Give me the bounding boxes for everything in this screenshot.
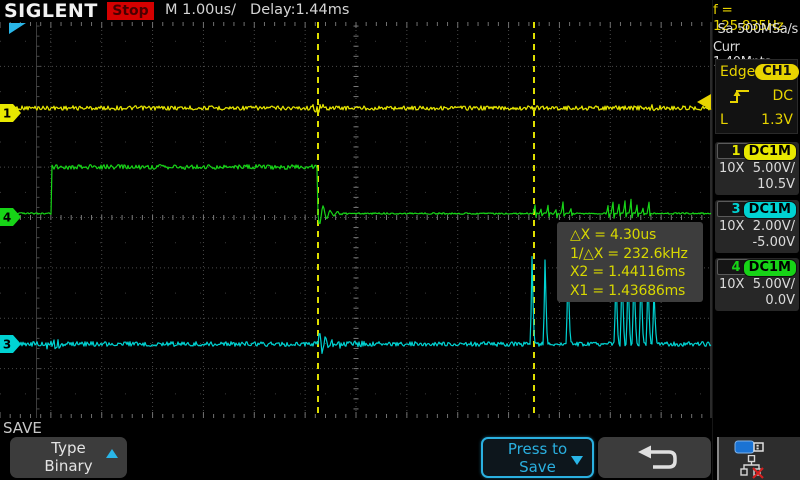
top-status-bar: SIGLENT Stop M 1.00us/Delay:1.44ms — [0, 0, 712, 22]
sample-rate-readout: Sa 500MSa/s — [718, 22, 798, 37]
timebase-readout: M 1.00us/Delay:1.44ms — [165, 2, 363, 18]
type-button-value: Binary — [10, 457, 127, 475]
trigger-level-label: L — [720, 112, 728, 128]
channel-1-offset: 10.5V — [757, 177, 795, 192]
cursor-delta-x: △X = 4.30us — [570, 226, 703, 245]
channel-1-scale: 5.00V/ — [753, 161, 795, 176]
channel-3-coupling-badge: DC1M — [743, 201, 797, 219]
trigger-source-badge: CH1 — [755, 64, 798, 80]
trigger-info-panel[interactable]: Edge CH1 DC L 1.3V — [715, 59, 798, 134]
status-icons-panel — [717, 437, 800, 480]
menu-title: SAVE — [3, 419, 42, 437]
siglent-logo: SIGLENT — [4, 0, 98, 22]
type-binary-button[interactable]: Type Binary — [10, 437, 127, 478]
channel-4-scale: 5.00V/ — [753, 277, 795, 292]
ch1-offset-marker-label: 1 — [3, 107, 11, 121]
ch4-offset-marker-label: 4 — [3, 211, 11, 225]
channel-4-offset: 0.0V — [765, 293, 795, 308]
menu-down-arrow-icon — [571, 456, 583, 465]
lan-disconnected-icon — [740, 455, 772, 479]
timebase-value: M 1.00us/ — [165, 2, 236, 18]
channel-1-info-box[interactable]: 1 DC1M 10X 5.00V/ 10.5V — [715, 142, 799, 195]
trigger-delay-marker[interactable] — [9, 23, 26, 34]
trigger-coupling-value: DC — [772, 88, 793, 104]
trigger-level-value: 1.3V — [761, 112, 793, 128]
channel-1-probe: 10X — [719, 161, 744, 176]
cursor-x2: X2 = 1.44116ms — [570, 263, 703, 282]
channel-3-info-box[interactable]: 3 DC1M 10X 2.00V/ -5.00V — [715, 200, 799, 253]
cursor-x1: X1 = 1.43686ms — [570, 282, 703, 301]
cursor-readout-panel: △X = 4.30us 1/△X = 232.6kHz X2 = 1.44116… — [557, 222, 703, 302]
ch3-offset-marker-label: 3 — [3, 338, 11, 352]
cursor-inverse-delta-x: 1/△X = 232.6kHz — [570, 245, 703, 264]
usb-icon — [734, 439, 766, 455]
trigger-type-label: Edge — [720, 64, 755, 80]
run-state-badge: Stop — [107, 2, 154, 20]
channel-3-offset: -5.00V — [752, 235, 795, 250]
menu-return-button[interactable] — [598, 437, 711, 478]
channel-4-info-box[interactable]: 4 DC1M 10X 5.00V/ 0.0V — [715, 258, 799, 311]
channel-4-coupling-badge: DC1M — [743, 259, 797, 277]
delay-value: Delay:1.44ms — [250, 2, 349, 18]
channel-3-probe: 10X — [719, 219, 744, 234]
press-to-save-button[interactable]: Press to Save — [481, 437, 594, 478]
channel-3-scale: 2.00V/ — [753, 219, 795, 234]
right-sidebar: f = 125.835Hz Sa 500MSa/s Curr 1.40Mpts … — [712, 0, 800, 480]
channel-1-coupling-badge: DC1M — [743, 143, 797, 161]
channel-4-probe: 10X — [719, 277, 744, 292]
return-arrow-icon — [629, 444, 681, 472]
bottom-menu-bar: SAVE Type Binary Press to Save — [0, 418, 712, 480]
rising-edge-icon — [728, 87, 752, 105]
oscilloscope-screen: 1 4 3 SIGLENT Stop M 1.00us/Delay:1.44ms f… — [0, 0, 800, 480]
menu-up-arrow-icon — [106, 449, 118, 458]
